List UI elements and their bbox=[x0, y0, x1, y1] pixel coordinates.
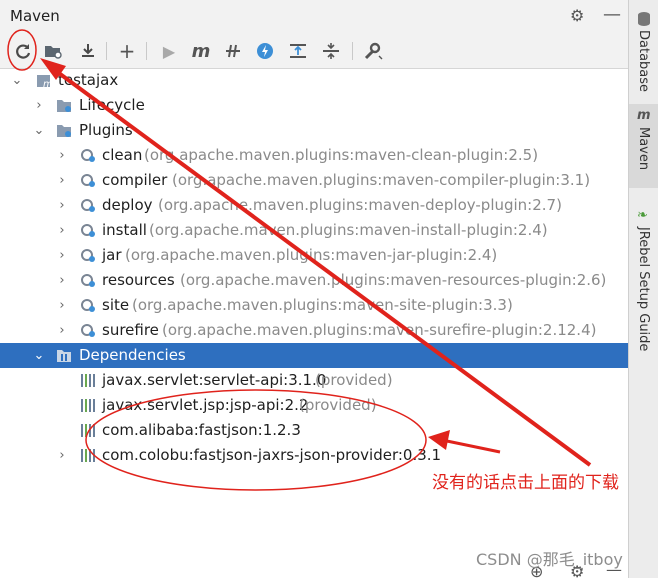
watermark: CSDN @那毛_itboy bbox=[476, 550, 623, 569]
highlight-ellipse-dependencies bbox=[85, 389, 427, 491]
annotation-text: 没有的话点击上面的下载 bbox=[432, 473, 619, 493]
arrow-line-short bbox=[441, 438, 501, 454]
arrow-head-dependencies bbox=[428, 430, 450, 450]
highlight-circle-reload bbox=[7, 29, 37, 71]
